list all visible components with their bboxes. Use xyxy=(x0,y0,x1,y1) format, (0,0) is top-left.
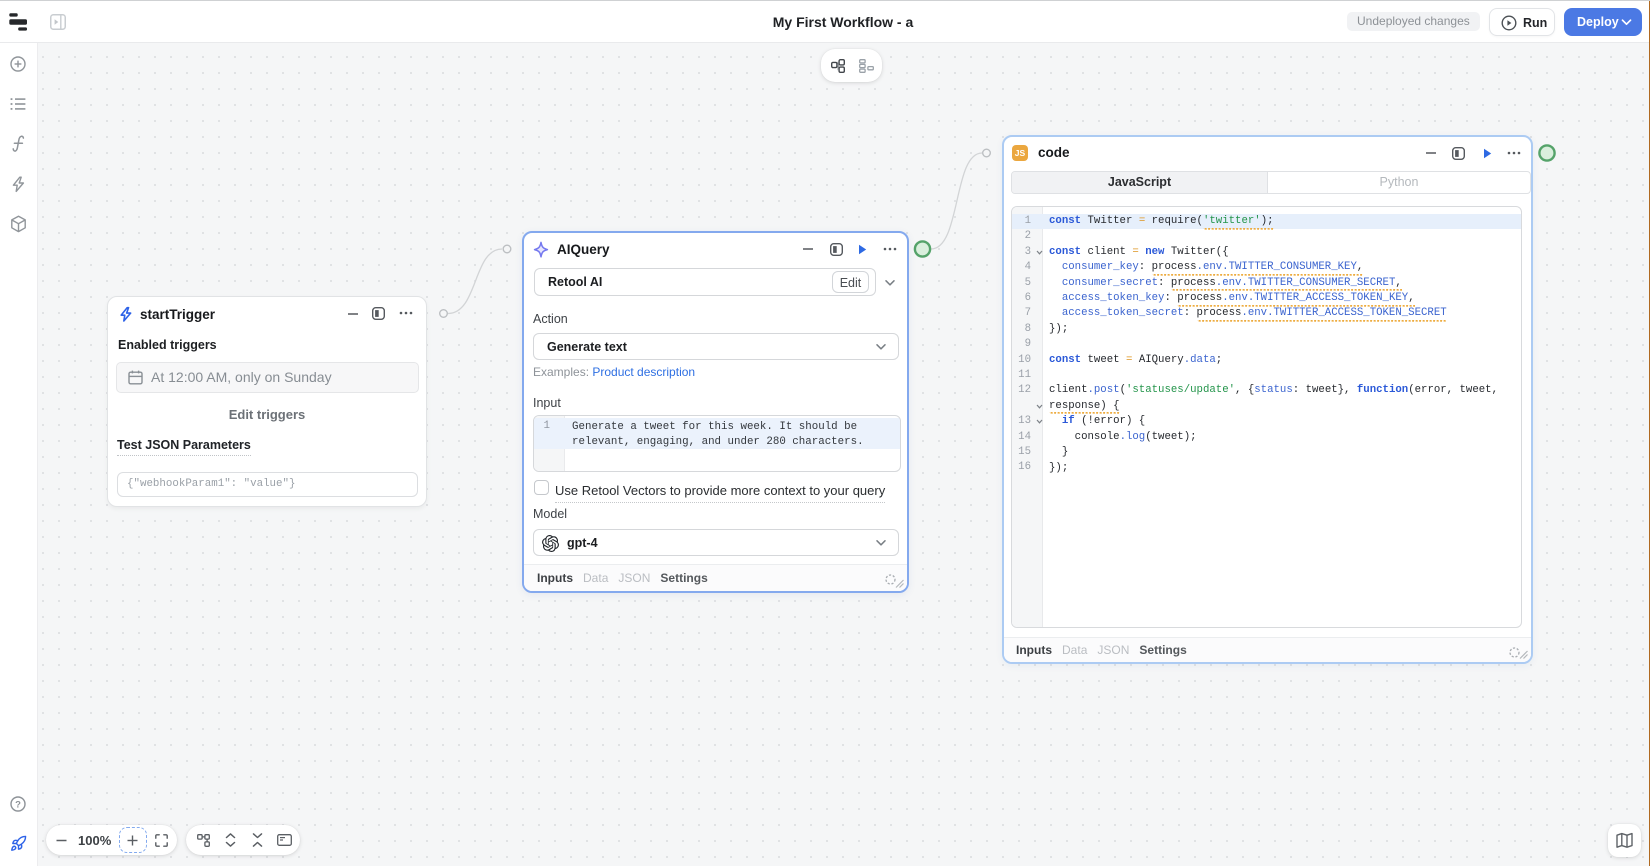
svg-text:?: ? xyxy=(15,799,21,810)
